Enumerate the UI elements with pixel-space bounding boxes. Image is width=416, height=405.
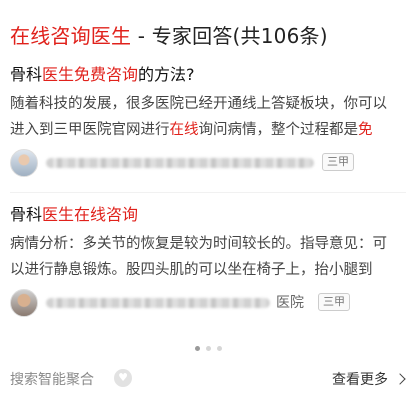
answer-snippet-line1: 病情分析：多关节的恢复是较为时间较长的。指导意见：可	[10, 236, 387, 252]
doctor-info-blurred	[46, 298, 270, 308]
question-title[interactable]: 骨科医生免费咨询的方法?	[10, 64, 408, 86]
page-dot[interactable]	[216, 346, 222, 351]
answer-card[interactable]: 骨科医生免费咨询的方法? 随着科技的发展，很多医院已经开通线上答疑板块，你可以 …	[10, 64, 408, 179]
question-prefix: 骨科	[10, 65, 43, 84]
divider	[10, 192, 406, 193]
page-dot[interactable]	[205, 346, 211, 351]
carousel-pagination	[0, 346, 416, 351]
hospital-grade-badge: 三甲	[318, 293, 350, 311]
title-rest: - 专家回答(共106条)	[131, 24, 328, 48]
answer-snippet-line2: 进入到三甲医院官网进行在线询问病情，整个过程都是免	[10, 122, 373, 138]
heart-icon[interactable]: ♥	[114, 369, 132, 387]
question-prefix: 骨科	[10, 205, 43, 224]
question-suffix: 的方法?	[138, 65, 195, 84]
smart-aggregation-label: 搜索智能聚合	[10, 372, 94, 388]
hospital-grade-badge: 三甲	[322, 153, 354, 171]
answer-snippet-line2: 以进行静息锻炼。股四头肌的可以坐在椅子上，抬小腿到	[10, 262, 373, 278]
footer-bar: 搜索智能聚合 ♥ 查看更多	[10, 366, 406, 392]
doctor-avatar	[10, 289, 38, 317]
answer-snippet-line1: 随着科技的发展，很多医院已经开通线上答疑板块，你可以	[10, 96, 387, 112]
doctor-meta[interactable]: 医院 三甲	[10, 289, 408, 319]
doctor-info-blurred	[46, 158, 314, 168]
hospital-name: 医院	[276, 295, 304, 311]
view-more-link[interactable]: 查看更多	[332, 369, 388, 389]
title-highlight: 在线咨询医生	[10, 24, 132, 48]
question-highlight: 医生免费咨询	[42, 65, 139, 84]
doctor-avatar	[10, 149, 38, 177]
chevron-right-icon[interactable]	[394, 373, 406, 385]
question-title[interactable]: 骨科医生在线咨询	[10, 204, 408, 226]
result-title[interactable]: 在线咨询医生 - 专家回答(共106条)	[10, 22, 328, 50]
page-dot-active[interactable]	[194, 346, 200, 351]
question-highlight: 医生在线咨询	[42, 205, 139, 224]
answer-card[interactable]: 骨科医生在线咨询 病情分析：多关节的恢复是较为时间较长的。指导意见：可 以进行静…	[10, 204, 408, 319]
doctor-meta[interactable]: 三甲	[10, 149, 408, 179]
